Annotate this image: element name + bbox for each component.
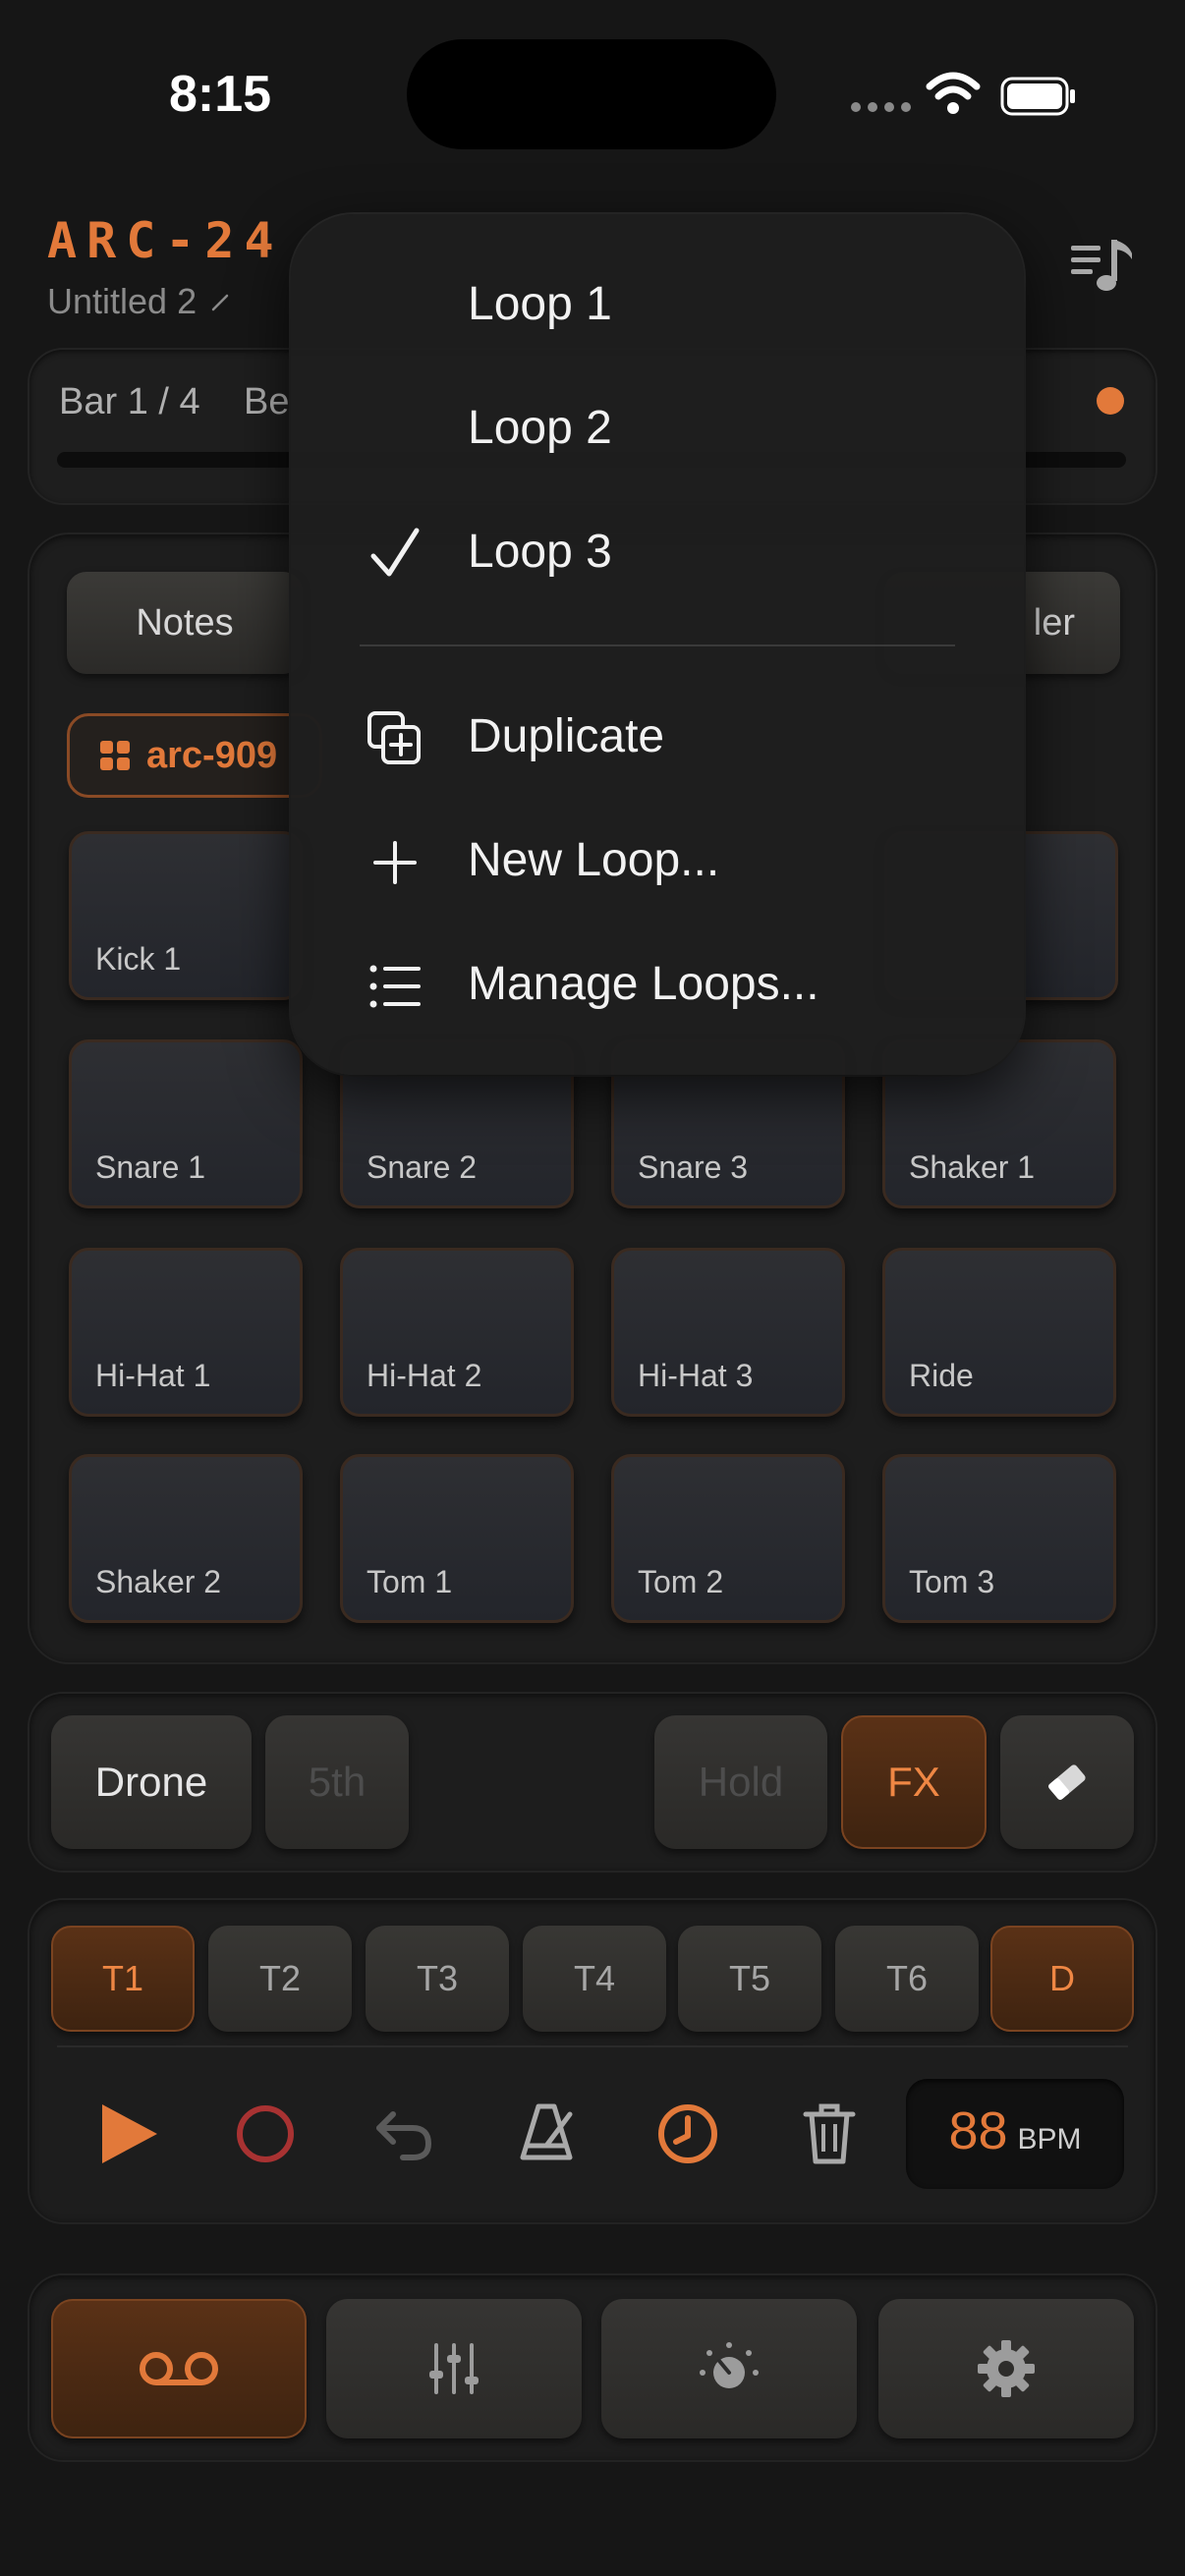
gear-icon xyxy=(978,2340,1035,2397)
project-name-label: Untitled 2 xyxy=(47,281,198,321)
pad-label: Snare 1 xyxy=(95,1149,206,1185)
menu-item-loop-1[interactable]: Loop 1 xyxy=(468,277,612,331)
tempo-display[interactable]: 88 BPM xyxy=(906,2079,1124,2189)
list-icon xyxy=(369,965,421,1008)
pad-label: Hi-Hat 1 xyxy=(95,1358,211,1393)
play-icon[interactable] xyxy=(86,2093,169,2175)
menu-item-duplicate[interactable]: Duplicate xyxy=(468,709,664,763)
tab-effects[interactable] xyxy=(601,2299,857,2438)
track-button-t5[interactable]: T5 xyxy=(678,1926,821,2032)
menu-item-loop-2[interactable]: Loop 2 xyxy=(468,401,612,455)
pad-label: Tom 3 xyxy=(909,1564,995,1599)
bar-counter: Bar 1 / 4 xyxy=(59,381,200,422)
bpm-unit: BPM xyxy=(1017,2123,1082,2156)
pad[interactable]: Ride xyxy=(882,1248,1116,1417)
pad-label: Tom 2 xyxy=(638,1564,724,1599)
kit-label: arc-909 xyxy=(146,734,278,776)
track-button-t2[interactable]: T2 xyxy=(208,1926,352,2032)
duplicate-icon xyxy=(367,711,421,764)
track-divider xyxy=(57,2045,1128,2047)
battery-icon xyxy=(1000,77,1075,116)
track-button-t6[interactable]: T6 xyxy=(835,1926,979,2032)
app-brand: ARC-24 xyxy=(47,212,284,269)
cellular-dots-icon xyxy=(851,102,911,112)
menu-item-manage-loops[interactable]: Manage Loops... xyxy=(468,957,819,1011)
undo-icon[interactable] xyxy=(364,2093,446,2175)
pad[interactable]: Shaker 2 xyxy=(69,1454,303,1623)
pad-label: Snare 3 xyxy=(638,1149,749,1185)
music-list-icon[interactable] xyxy=(1069,232,1136,299)
pad-label: Hi-Hat 2 xyxy=(367,1358,482,1393)
pad[interactable]: Tom 2 xyxy=(611,1454,845,1623)
checkmark-icon xyxy=(370,528,420,577)
track-button-t4[interactable]: T4 xyxy=(523,1926,666,2032)
status-time: 8:15 xyxy=(169,66,272,123)
tab-mixer[interactable] xyxy=(326,2299,582,2438)
pad-label: Tom 1 xyxy=(367,1564,453,1599)
tape-icon xyxy=(140,2352,218,2385)
clock-icon[interactable] xyxy=(647,2093,729,2175)
drone-button[interactable]: Drone xyxy=(51,1715,252,1849)
trash-icon[interactable] xyxy=(788,2093,871,2175)
pad[interactable]: Hi-Hat 1 xyxy=(69,1248,303,1417)
dynamic-island xyxy=(407,39,776,149)
pad-label: Ride xyxy=(909,1358,974,1393)
tab-looper[interactable] xyxy=(51,2299,307,2438)
tab-settings[interactable] xyxy=(878,2299,1134,2438)
eraser-icon xyxy=(1048,1764,1086,1801)
tab-notes[interactable]: Notes xyxy=(67,572,303,674)
recording-indicator xyxy=(1097,387,1124,415)
pad-label: Shaker 1 xyxy=(909,1149,1036,1185)
menu-item-new-loop[interactable]: New Loop... xyxy=(468,833,719,887)
fx-button[interactable]: FX xyxy=(841,1715,987,1849)
grid-icon xyxy=(100,741,130,770)
pad[interactable]: Hi-Hat 2 xyxy=(340,1248,574,1417)
mixer-icon xyxy=(429,2343,479,2394)
pad-label: Hi-Hat 3 xyxy=(638,1358,754,1393)
plus-icon xyxy=(373,841,417,884)
pad-label: Snare 2 xyxy=(367,1149,478,1185)
eraser-button[interactable] xyxy=(1000,1715,1134,1849)
menu-divider xyxy=(360,644,955,646)
knob-icon xyxy=(700,2342,759,2388)
pad[interactable]: Kick 1 xyxy=(69,831,303,1000)
beat-counter: Be xyxy=(244,381,290,422)
pad[interactable]: Tom 3 xyxy=(882,1454,1116,1623)
pad-label: Kick 1 xyxy=(95,941,182,977)
record-icon[interactable] xyxy=(224,2093,307,2175)
hold-button[interactable]: Hold xyxy=(654,1715,827,1849)
project-name[interactable]: Untitled 2 xyxy=(47,281,232,322)
pencil-icon xyxy=(211,294,229,311)
bpm-value: 88 xyxy=(948,2101,1008,2160)
metronome-icon[interactable] xyxy=(505,2093,588,2175)
pad[interactable]: Snare 1 xyxy=(69,1039,303,1208)
fifth-button[interactable]: 5th xyxy=(265,1715,409,1849)
kit-selector[interactable]: arc-909 xyxy=(67,713,322,798)
pad[interactable]: Hi-Hat 3 xyxy=(611,1248,845,1417)
pad-label: Shaker 2 xyxy=(95,1564,222,1599)
track-button-t1[interactable]: T1 xyxy=(51,1926,195,2032)
menu-item-loop-3[interactable]: Loop 3 xyxy=(468,525,612,579)
track-button-drone[interactable]: D xyxy=(990,1926,1134,2032)
pad[interactable]: Tom 1 xyxy=(340,1454,574,1623)
track-button-t3[interactable]: T3 xyxy=(366,1926,509,2032)
wifi-icon xyxy=(926,72,981,114)
